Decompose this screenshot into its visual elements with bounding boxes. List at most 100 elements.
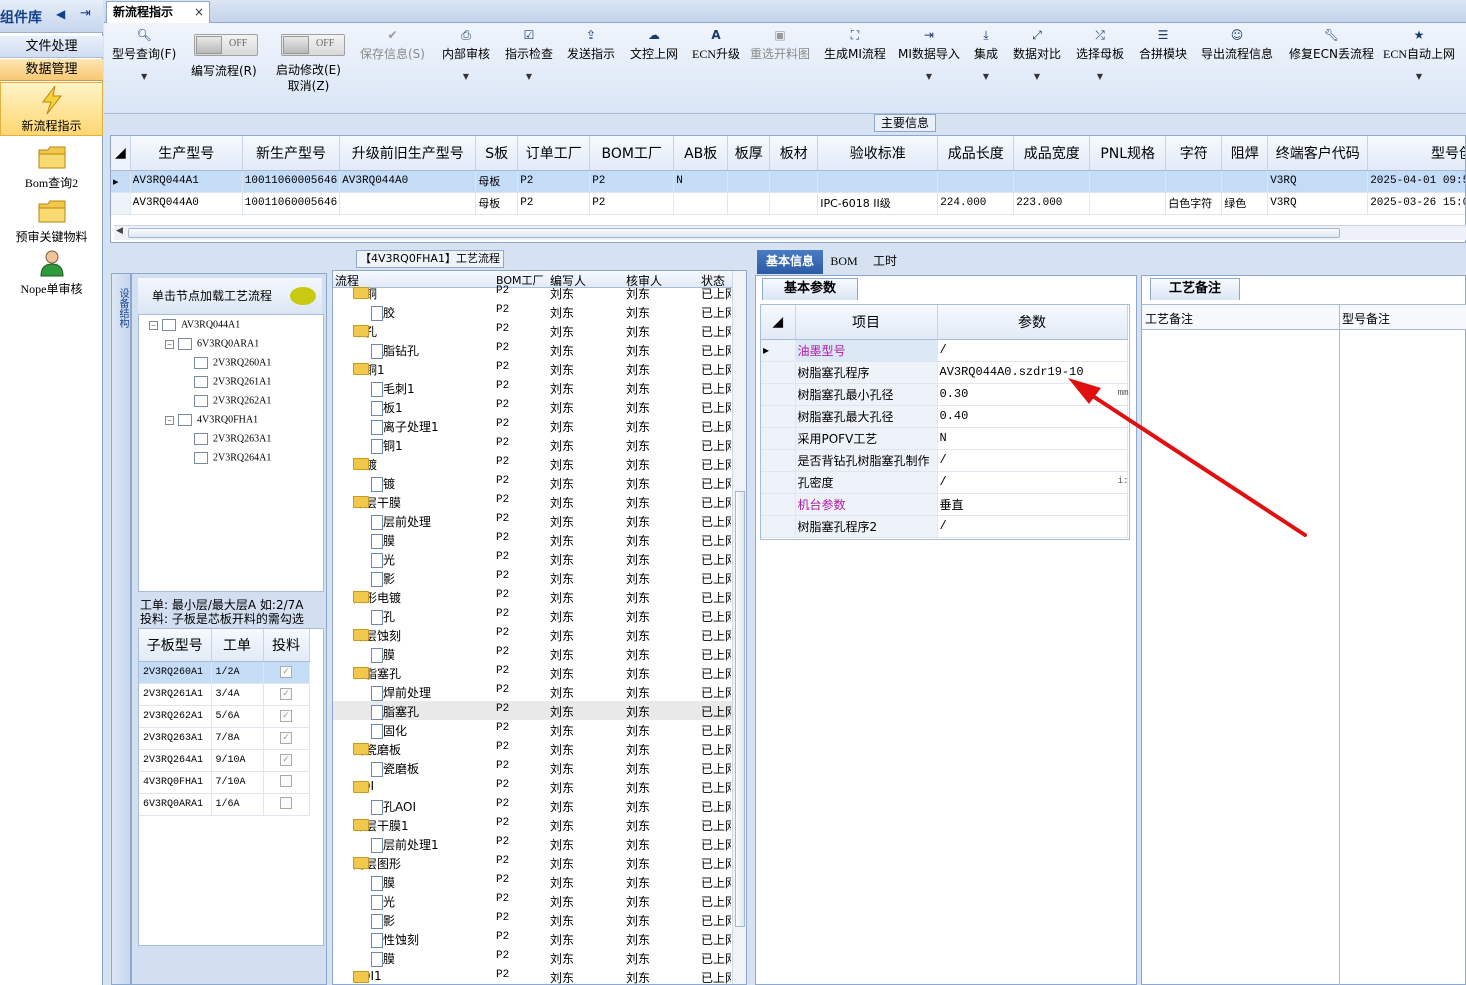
flow-row[interactable]: −钻孔 P2 刘东 刘东 已上网 <box>333 321 746 340</box>
flow-row[interactable]: 沉铜1 P2 刘东 刘东 已上网 <box>333 435 746 454</box>
param-value[interactable]: 0.30 mm <box>937 383 1129 406</box>
param-value[interactable]: N <box>937 427 1128 450</box>
flow-row[interactable]: −外层干膜1 P2 刘东 刘东 已上网 <box>333 815 746 834</box>
reselect-cut-drawing-button[interactable]: ▣ 重选开料图 <box>750 28 810 62</box>
collapse-icon[interactable]: − <box>165 339 174 349</box>
flow-row[interactable]: 除胶 P2 刘东 刘东 已上网 <box>333 302 746 321</box>
checkbox[interactable] <box>194 395 208 407</box>
table-row[interactable]: 是否背钻孔树脂塞孔制作 / <box>761 449 1128 472</box>
checkbox[interactable] <box>162 319 176 331</box>
tree-node[interactable]: 2V3RQ263A1 <box>181 433 271 445</box>
table-row[interactable]: 树脂塞孔程序 AV3RQ044A0.szdr19-10 <box>761 361 1128 384</box>
tree-node[interactable]: − AV3RQ044A1 <box>149 319 240 331</box>
dropdown-arrow-icon[interactable]: ▼ <box>1076 72 1124 81</box>
scroll-left-icon[interactable]: ◀ <box>116 226 123 236</box>
col-header[interactable]: 投料 <box>263 629 310 662</box>
dropdown-arrow-icon[interactable]: ▼ <box>974 72 998 81</box>
dropdown-arrow-icon[interactable]: ▼ <box>505 72 553 81</box>
flow-vertical-scrollbar[interactable] <box>732 271 746 984</box>
export-flow-info-button[interactable]: ☺ 导出流程信息 <box>1201 28 1273 62</box>
table-row[interactable]: 树脂塞孔最小孔径 0.30 mm <box>761 383 1129 406</box>
flow-row[interactable]: −沉铜1 P2 刘东 刘东 已上网 <box>333 359 746 378</box>
flow-row[interactable]: 贴膜 P2 刘东 刘东 已上网 <box>333 872 746 891</box>
flow-row[interactable]: −内层图形 P2 刘东 刘东 已上网 <box>333 853 746 872</box>
flow-row[interactable]: 镀孔 P2 刘东 刘东 已上网 <box>333 606 746 625</box>
dropdown-arrow-icon[interactable]: ▼ <box>1013 72 1061 81</box>
col-header[interactable]: 终端客户代码 <box>1267 136 1369 171</box>
checkbox[interactable]: ✓ <box>280 754 292 766</box>
param-value[interactable]: 0.40 <box>937 405 1128 428</box>
checkbox[interactable] <box>194 433 208 445</box>
tree-node[interactable]: 2V3RQ262A1 <box>181 395 271 407</box>
tree-node[interactable]: 2V3RQ261A1 <box>181 376 271 388</box>
checkbox[interactable]: ✓ <box>280 732 292 744</box>
table-row[interactable]: 机台参数 垂直 <box>761 493 1128 516</box>
write-flow-toggle[interactable]: OFF <box>194 34 258 56</box>
param-value[interactable]: / i: <box>937 471 1129 494</box>
table-row[interactable]: 2V3RQ264A1 9/10A ✓ <box>139 749 310 772</box>
tab-basic-params[interactable]: 基本参数 <box>762 278 858 300</box>
col-header[interactable]: 成品长度 <box>937 136 1015 171</box>
mi-data-import-button[interactable]: ⇥ MI数据导入 ▼ <box>898 28 960 81</box>
param-value[interactable]: / <box>937 339 1128 362</box>
checkbox[interactable]: ✓ <box>280 710 292 722</box>
col-header[interactable]: 阻焊 <box>1221 136 1269 171</box>
nav-item-nope-review[interactable]: Nope单审核 <box>0 248 103 298</box>
param-value[interactable]: 垂直 <box>937 493 1128 516</box>
table-row[interactable]: ▸ AV3RQ044A1 10011060005646 AV3RQ044A0 母板 P2 P… <box>111 170 1465 193</box>
flow-row[interactable]: 树脂塞孔 P2 刘东 刘东 已上网 <box>333 701 746 720</box>
checkbox[interactable] <box>194 357 208 369</box>
table-row[interactable]: 2V3RQ261A1 3/4A ✓ <box>139 683 310 706</box>
tree-node[interactable]: − 4V3RQ0FHA1 <box>165 414 258 426</box>
dropdown-arrow-icon[interactable]: ▼ <box>1383 72 1455 81</box>
col-header[interactable]: 订单工厂 <box>517 136 591 171</box>
param-value[interactable]: AV3RQ044A0.szdr19-10 <box>937 361 1128 384</box>
flow-row[interactable]: 退膜 P2 刘东 刘东 已上网 <box>333 644 746 663</box>
col-header[interactable]: PNL规格 <box>1089 136 1167 171</box>
flow-row[interactable]: 酸性蚀刻 P2 刘东 刘东 已上网 <box>333 929 746 948</box>
flow-row[interactable]: −树脂塞孔 P2 刘东 刘东 已上网 <box>333 663 746 682</box>
flow-row[interactable]: 曝光 P2 刘东 刘东 已上网 <box>333 549 746 568</box>
col-header[interactable]: 板材 <box>769 136 819 171</box>
table-row[interactable]: 2V3RQ260A1 1/2A ✓ <box>139 661 310 684</box>
tab-bom[interactable]: BOM <box>829 250 859 274</box>
table-row[interactable]: AV3RQ044A0 10011060005646 母板 P2 P2 IPC-6018 I… <box>111 192 1465 215</box>
checkbox[interactable]: ✓ <box>280 688 292 700</box>
comment-bubble-icon[interactable] <box>290 287 316 305</box>
table-row[interactable]: ▸ 油墨型号 / <box>761 339 1128 362</box>
checkbox[interactable] <box>178 414 192 426</box>
flow-row[interactable]: −AOI P2 刘东 刘东 已上网 <box>333 777 746 796</box>
param-value[interactable]: / <box>937 449 1128 472</box>
param-value[interactable]: / <box>937 515 1128 538</box>
generate-mi-flow-button[interactable]: ⛶ 生成MI流程 <box>824 28 886 62</box>
nav-item-key-material[interactable]: 预审关键物料 <box>0 196 103 246</box>
flow-row[interactable]: −陶瓷磨板 P2 刘东 刘东 已上网 <box>333 739 746 758</box>
flow-row[interactable]: 陶瓷磨板 P2 刘东 刘东 已上网 <box>333 758 746 777</box>
flow-row[interactable]: 曝光 P2 刘东 刘东 已上网 <box>333 891 746 910</box>
tab-process-remark[interactable]: 工艺备注 <box>1150 278 1240 300</box>
dropdown-arrow-icon[interactable]: ▼ <box>112 72 176 81</box>
col-header[interactable]: 验收标准 <box>817 136 939 171</box>
nav-section-data[interactable]: 数据管理 <box>0 59 103 81</box>
dropdown-arrow-icon[interactable]: ▼ <box>898 72 960 81</box>
table-row[interactable]: 2V3RQ262A1 5/6A ✓ <box>139 705 310 728</box>
flow-row[interactable]: 烘板1 P2 刘东 刘东 已上网 <box>333 397 746 416</box>
data-compare-button[interactable]: ⤢ 数据对比 ▼ <box>1013 28 1061 81</box>
table-row[interactable]: 树脂塞孔程序2/ <box>761 515 1128 538</box>
collapse-left-icon[interactable]: ◀ <box>56 7 65 21</box>
col-header[interactable]: 新生产型号 <box>242 136 341 171</box>
merge-module-button[interactable]: ☰ 合拼模块 <box>1139 28 1187 62</box>
table-row[interactable]: 树脂塞孔最大孔径 0.40 <box>761 405 1128 428</box>
table-row[interactable]: 6V3RQ0ARA1 1/6A <box>139 793 310 816</box>
tab-basic-info[interactable]: 基本信息 <box>757 250 823 274</box>
start-modify-toggle[interactable]: OFF <box>281 34 345 56</box>
nav-section-file[interactable]: 文件处理 <box>0 36 103 58</box>
flow-row[interactable]: −外层蚀刻 P2 刘东 刘东 已上网 <box>333 625 746 644</box>
table-row[interactable]: 4V3RQ0FHA1 7/10A <box>139 771 310 794</box>
flow-row[interactable]: 阻焊前处理 P2 刘东 刘东 已上网 <box>333 682 746 701</box>
col-header[interactable]: S板 <box>475 136 519 171</box>
collapse-icon[interactable]: − <box>149 320 158 330</box>
checkbox[interactable] <box>194 452 208 464</box>
internal-review-button[interactable]: ⎙ 内部审核 ▼ <box>442 28 490 81</box>
flow-row[interactable]: 终固化 P2 刘东 刘东 已上网 <box>333 720 746 739</box>
